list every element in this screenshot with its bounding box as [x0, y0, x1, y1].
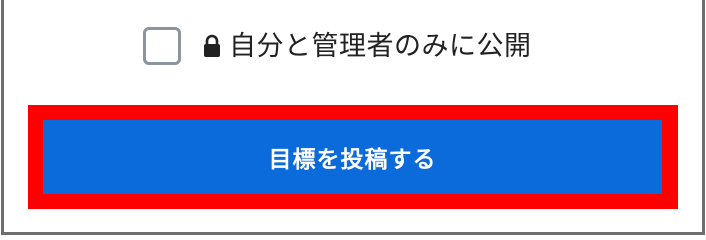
private-checkbox-label[interactable]: 自分と管理者のみに公開 — [229, 33, 532, 60]
lock-icon — [201, 33, 223, 59]
post-goal-button[interactable]: 目標を投稿する — [43, 120, 662, 194]
privacy-option: 自分と管理者のみに公開 — [143, 24, 532, 68]
private-checkbox[interactable] — [143, 27, 181, 65]
